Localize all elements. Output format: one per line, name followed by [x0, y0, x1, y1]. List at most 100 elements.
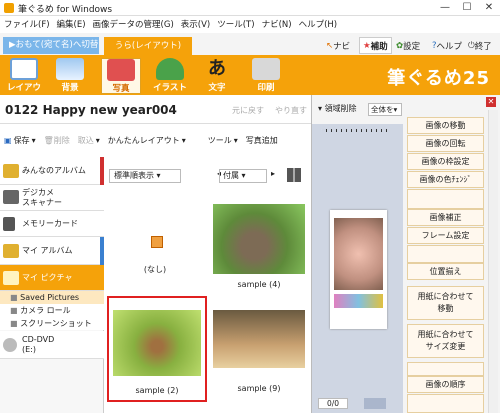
tools-button[interactable]: ツール	[208, 135, 232, 146]
tab-back-layout[interactable]: うら(レイアウト)	[104, 37, 192, 55]
next-arrow-icon[interactable]: ▸	[271, 169, 275, 178]
brand-logo: 筆ぐるめ25	[387, 68, 490, 89]
trash-icon: 🗑	[43, 135, 54, 145]
document-title: 0122 Happy new year004	[5, 103, 177, 117]
close-icon[interactable]: ✕	[478, 0, 500, 16]
sidebar-item-memory-card[interactable]: メモリーカード	[0, 211, 104, 237]
sidebar-item-label: メモリーカード	[22, 219, 78, 228]
tool-background-label: 背景	[61, 83, 79, 93]
title-bar: 筆ぐるめ for Windows — ☐ ✕	[0, 0, 500, 16]
fit-paper-move-button[interactable]: 用紙に合わせて 移動	[407, 286, 484, 320]
menu-image-data[interactable]: 画像データの管理(G)	[93, 18, 174, 30]
maximize-icon[interactable]: ☐	[456, 0, 478, 16]
folder-icon: ■	[10, 319, 21, 328]
image-order-button[interactable]: 画像の順序	[407, 376, 484, 393]
spacer	[407, 394, 484, 413]
menu-file[interactable]: ファイル(F)	[4, 18, 50, 30]
tool-layout[interactable]: レイアウト	[4, 58, 44, 105]
cell-label: sample (4)	[237, 280, 281, 289]
save-icon: ▣	[4, 135, 12, 145]
dropdown-arrow-icon[interactable]: ▾	[234, 136, 238, 145]
sidebar-subitem-saved-pictures[interactable]: ■ Saved Pictures	[0, 291, 104, 304]
dropdown-arrow-icon[interactable]: ▾	[32, 136, 36, 145]
main-toolbar: レイアウト 背景 写真 イラスト あ 文字 印刷 筆ぐるめ25	[0, 55, 500, 105]
gallery-cell[interactable]: (なし)	[107, 190, 205, 298]
tool-print[interactable]: 印刷	[246, 58, 286, 94]
grid-view-icon[interactable]	[287, 168, 301, 182]
exit-button[interactable]: ⏻ 終了	[468, 40, 492, 52]
tab-switch-front[interactable]: ▶おもて(宛て名)へ切替	[3, 37, 99, 54]
import-button[interactable]: 取込	[78, 135, 94, 146]
mode-tab-row: ▶おもて(宛て名)へ切替 うら(レイアウト) ↖ ナビ ★ 補助 ✿ 設定 ? ヘルプ …	[0, 33, 500, 55]
photo-thumbnail	[113, 310, 201, 376]
delete-button[interactable]: 削除	[54, 135, 70, 146]
folder-icon	[3, 271, 19, 285]
sort-select[interactable]: 標準順表示 ▾	[109, 169, 181, 183]
right-panel-scrollbar[interactable]	[488, 110, 498, 413]
gallery-cell[interactable]: sample (4)	[209, 190, 309, 298]
photo-thumbnail	[213, 204, 305, 274]
sidebar-subitem-label: Saved Pictures	[20, 293, 80, 302]
easy-layout-button[interactable]: かんたんレイアウト	[108, 135, 180, 146]
minimize-icon[interactable]: —	[434, 0, 456, 16]
app-icon	[4, 3, 14, 13]
sidebar-item-label: CD-DVD (E:)	[22, 335, 55, 354]
sidebar-item-everyone-album[interactable]: みんなのアルバム	[0, 157, 104, 185]
sort-select-label: 標準順表示	[114, 171, 154, 180]
sidebar-subitem-camera-roll[interactable]: ■ カメラ ロール	[0, 304, 104, 317]
assist-button[interactable]: ★ 補助	[359, 37, 392, 54]
dropdown-arrow-icon[interactable]: ▾	[96, 136, 100, 145]
menu-help[interactable]: ヘルプ(H)	[299, 18, 338, 30]
frame-settings-button[interactable]: フレーム設定	[407, 227, 484, 244]
exit-icon: ⏻	[468, 41, 475, 51]
dropdown-arrow-icon[interactable]: ▾	[182, 136, 186, 145]
sidebar-item-my-pictures[interactable]: マイ ピクチャ	[0, 265, 104, 291]
move-image-button[interactable]: 画像の移動	[407, 117, 484, 134]
image-color-change-button[interactable]: 画像の色ﾁｪﾝｼﾞ	[407, 171, 484, 188]
add-photo-button[interactable]: 写真追加	[246, 135, 278, 146]
watermelon-icon	[156, 58, 184, 80]
sidebar-subitem-screenshots[interactable]: ■ スクリーンショット	[0, 317, 104, 330]
sidebar-item-cd-dvd[interactable]: CD-DVD (E:)	[0, 331, 104, 359]
close-icon[interactable]: ✕	[486, 97, 496, 107]
cell-label: sample (2)	[135, 386, 179, 395]
undo-button[interactable]: 元に戻す	[232, 105, 264, 116]
sidebar-item-camera-scanner[interactable]: デジカメ スキャナー	[0, 185, 104, 211]
navi-icon: ↖	[326, 41, 334, 51]
settings-button[interactable]: ✿ 設定	[396, 40, 420, 52]
tool-background[interactable]: 背景	[50, 58, 90, 94]
sidebar-item-label: デジカメ スキャナー	[22, 188, 62, 207]
menu-view[interactable]: 表示(V)	[181, 18, 210, 30]
folder-icon: ■	[10, 293, 21, 302]
zoom-select[interactable]: 全体を▾	[368, 103, 402, 116]
tool-illustration[interactable]: イラスト	[150, 58, 190, 94]
help-button[interactable]: ? ヘルプ	[432, 40, 462, 52]
align-button[interactable]: 位置揃え	[407, 263, 484, 280]
fit-paper-resize-button[interactable]: 用紙に合わせて サイズ変更	[407, 324, 484, 358]
tool-photo[interactable]: 写真	[101, 58, 141, 94]
sidebar-item-my-album[interactable]: マイ アルバム	[0, 237, 104, 265]
area-delete-button[interactable]: ▾ 領域削除	[318, 103, 357, 114]
sidebar-item-label: マイ ピクチャ	[22, 273, 73, 282]
tool-text[interactable]: あ 文字	[197, 58, 237, 94]
image-correction-button[interactable]: 画像補正	[407, 209, 484, 226]
sidebar-item-label: マイ アルバム	[22, 246, 73, 255]
text-icon: あ	[208, 58, 226, 79]
sidebar-item-label: みんなのアルバム	[22, 166, 86, 175]
image-frame-button[interactable]: 画像の枠設定	[407, 153, 484, 170]
redo-button[interactable]: やり直す	[275, 105, 307, 116]
navi-button[interactable]: ↖ ナビ	[326, 40, 350, 52]
menu-navi[interactable]: ナビ(N)	[262, 18, 292, 30]
cell-label: sample (9)	[237, 384, 281, 393]
menu-tools[interactable]: ツール(T)	[217, 18, 254, 30]
folder-icon: ■	[10, 306, 21, 315]
folder-sidebar: みんなのアルバム デジカメ スキャナー メモリーカード マイ アルバム マイ ピ…	[0, 157, 104, 413]
save-button[interactable]: 保存	[14, 135, 30, 146]
page-nav-buttons[interactable]	[364, 398, 386, 409]
menu-edit[interactable]: 編集(E)	[57, 18, 86, 30]
camera-icon	[3, 190, 19, 204]
gallery-cell-selected[interactable]: sample (2)	[107, 296, 207, 402]
rotate-image-button[interactable]: 画像の回転	[407, 135, 484, 152]
gallery-cell[interactable]: sample (9)	[209, 296, 309, 402]
date-select[interactable]: 付属 ▾	[219, 169, 267, 183]
